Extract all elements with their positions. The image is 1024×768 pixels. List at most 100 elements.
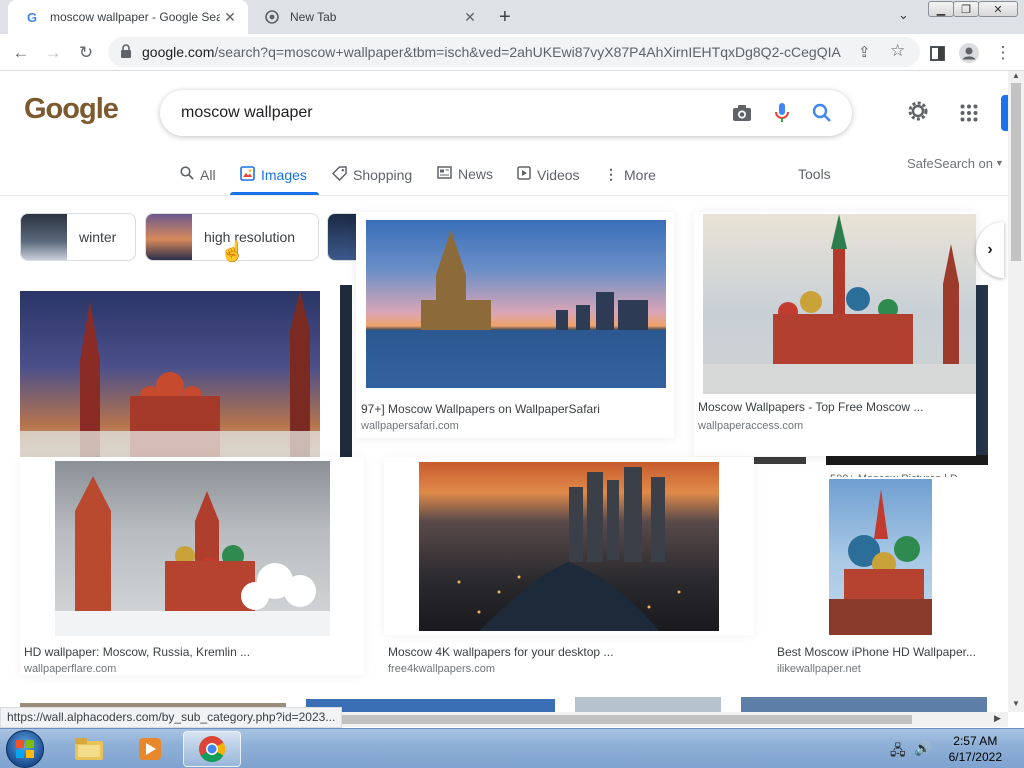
share-icon[interactable]: ⇪ xyxy=(858,43,871,61)
result-image-partial[interactable] xyxy=(306,699,555,712)
chrome-menu-icon[interactable]: ⋮ xyxy=(990,40,1016,66)
apps-grid-icon[interactable] xyxy=(960,104,978,127)
windows-taskbar: 🖧 🔊 2:57 AM 6/17/2022 xyxy=(0,728,1024,768)
camera-icon[interactable] xyxy=(722,93,762,133)
result-image-partial[interactable] xyxy=(826,455,988,465)
close-tab-icon[interactable]: ✕ xyxy=(460,7,480,27)
scrollbar-thumb[interactable] xyxy=(1011,83,1021,261)
restore-button[interactable]: ❐ xyxy=(953,1,979,17)
next-arrow-icon[interactable]: › xyxy=(976,222,1004,278)
result-title[interactable]: Moscow Wallpapers - Top Free Moscow ... xyxy=(698,400,923,414)
minimize-button[interactable]: ▁ xyxy=(928,1,954,17)
sign-in-button[interactable] xyxy=(1001,95,1008,131)
result-image-partial[interactable] xyxy=(741,697,987,712)
result-card[interactable]: Moscow Wallpapers - Top Free Moscow ... … xyxy=(694,212,976,456)
result-image-st-basils-phone[interactable] xyxy=(829,479,932,635)
scroll-down-arrow-icon[interactable]: ▼ xyxy=(1012,699,1020,708)
url-text: google.com/search?q=moscow+wallpaper&tbm… xyxy=(142,44,842,60)
result-image-kremlin-night[interactable] xyxy=(20,291,320,459)
dropdown-arrow-icon: ▼ xyxy=(995,158,1004,168)
result-title[interactable]: 97+] Moscow Wallpapers on WallpaperSafar… xyxy=(361,402,600,416)
tab-images[interactable]: Images xyxy=(240,166,307,184)
result-source[interactable]: wallpapersafari.com xyxy=(361,420,459,432)
result-image-kremlin-winter[interactable] xyxy=(55,461,330,636)
tab-more[interactable]: ⋮ More xyxy=(604,166,656,183)
result-card[interactable]: 97+] Moscow Wallpapers on WallpaperSafar… xyxy=(356,212,674,438)
chrome-icon xyxy=(199,736,226,763)
result-source[interactable]: wallpaperaccess.com xyxy=(698,420,803,432)
chip-thumbnail xyxy=(146,214,192,260)
close-tab-icon[interactable]: ✕ xyxy=(220,7,240,27)
result-title[interactable]: Moscow 4K wallpapers for your desktop ..… xyxy=(388,645,613,659)
chrome-icon xyxy=(264,9,280,25)
browser-tab-active[interactable]: G moscow wallpaper - Google Sear ✕ xyxy=(8,0,248,34)
result-source[interactable]: free4kwallpapers.com xyxy=(388,663,495,675)
result-image-moscow-skyline[interactable] xyxy=(366,220,666,388)
tab-news[interactable]: News xyxy=(437,166,493,182)
tab-all[interactable]: All xyxy=(180,166,216,183)
tools-button[interactable]: Tools xyxy=(798,166,831,182)
google-doodle-logo[interactable]: Google xyxy=(24,93,119,126)
scroll-right-arrow-icon[interactable]: ▶ xyxy=(994,713,1001,724)
news-icon xyxy=(437,166,452,182)
result-title[interactable]: Best Moscow iPhone HD Wallpaper... xyxy=(777,645,976,659)
chrome-taskbar-button[interactable] xyxy=(183,731,241,767)
tab-search-chevron-icon[interactable]: ⌄ xyxy=(898,7,909,23)
browser-tab[interactable]: New Tab ✕ xyxy=(248,0,488,34)
safesearch-toggle[interactable]: SafeSearch on ▼ xyxy=(907,156,1004,171)
google-g-icon: G xyxy=(26,9,38,25)
result-card[interactable]: Moscow 4K wallpapers for your desktop ..… xyxy=(384,457,754,675)
vertical-scrollbar[interactable]: ▲ ▼ xyxy=(1008,71,1024,712)
search-icon[interactable] xyxy=(802,93,842,133)
result-title[interactable]: HD wallpaper: Moscow, Russia, Kremlin ..… xyxy=(24,645,250,659)
search-icon xyxy=(180,166,194,183)
scrollbar-thumb[interactable] xyxy=(330,715,912,724)
chip-thumbnail xyxy=(21,214,67,260)
bookmark-star-icon[interactable]: ☆ xyxy=(890,41,905,61)
system-clock[interactable]: 2:57 AM 6/17/2022 xyxy=(949,733,1002,765)
play-icon xyxy=(517,166,531,183)
more-vert-icon: ⋮ xyxy=(604,166,618,182)
folder-icon xyxy=(75,738,103,760)
tab-strip: G moscow wallpaper - Google Sear ✕ New T… xyxy=(0,0,1024,34)
search-input[interactable]: moscow wallpaper xyxy=(181,104,722,122)
result-image-st-basils[interactable] xyxy=(703,214,976,394)
result-source[interactable]: ilikewallpaper.net xyxy=(777,663,861,675)
result-image-moscow-city[interactable] xyxy=(419,462,719,631)
result-image-partial[interactable] xyxy=(976,285,988,465)
result-card[interactable]: HD wallpaper: Moscow, Russia, Kremlin ..… xyxy=(20,457,364,675)
forward-arrow-icon[interactable]: → xyxy=(40,40,66,66)
result-source[interactable]: wallpaperflare.com xyxy=(24,663,116,675)
result-card[interactable]: Best Moscow iPhone HD Wallpaper... ilike… xyxy=(773,477,989,675)
chip-partial[interactable] xyxy=(327,213,357,261)
nav-divider xyxy=(0,195,1008,196)
new-tab-button[interactable]: + xyxy=(499,6,511,29)
lock-icon xyxy=(120,44,132,63)
address-bar[interactable]: google.com/search?q=moscow+wallpaper&tbm… xyxy=(108,37,920,67)
result-image-partial[interactable] xyxy=(340,285,352,465)
microphone-icon[interactable] xyxy=(762,93,802,133)
windows-logo-icon xyxy=(16,740,34,758)
chip-winter[interactable]: winter xyxy=(20,213,136,261)
start-button[interactable] xyxy=(6,730,44,768)
settings-gear-icon[interactable] xyxy=(906,99,930,128)
media-player-taskbar-button[interactable] xyxy=(121,731,179,767)
tab-title: New Tab xyxy=(290,10,337,24)
volume-icon[interactable]: 🔊 xyxy=(914,740,931,757)
reload-icon[interactable]: ↻ xyxy=(73,40,99,66)
close-window-button[interactable]: ✕ xyxy=(978,1,1018,17)
side-panel-icon[interactable] xyxy=(924,40,950,66)
file-explorer-taskbar-button[interactable] xyxy=(60,731,118,767)
scroll-up-arrow-icon[interactable]: ▲ xyxy=(1012,71,1020,80)
tab-shopping[interactable]: Shopping xyxy=(331,166,412,184)
profile-avatar-icon[interactable] xyxy=(956,40,982,66)
tag-icon xyxy=(331,166,347,184)
result-image-partial[interactable] xyxy=(575,697,721,712)
search-box[interactable]: moscow wallpaper xyxy=(160,90,852,136)
search-results-page: Google moscow wallpaper All Images Shopp… xyxy=(0,71,1008,712)
back-arrow-icon[interactable]: ← xyxy=(8,40,34,66)
browser-toolbar: ← → ↻ google.com/search?q=moscow+wallpap… xyxy=(0,34,1024,71)
tab-videos[interactable]: Videos xyxy=(517,166,580,183)
network-icon[interactable]: 🖧 xyxy=(890,740,906,764)
clock-time: 2:57 AM xyxy=(953,734,998,748)
